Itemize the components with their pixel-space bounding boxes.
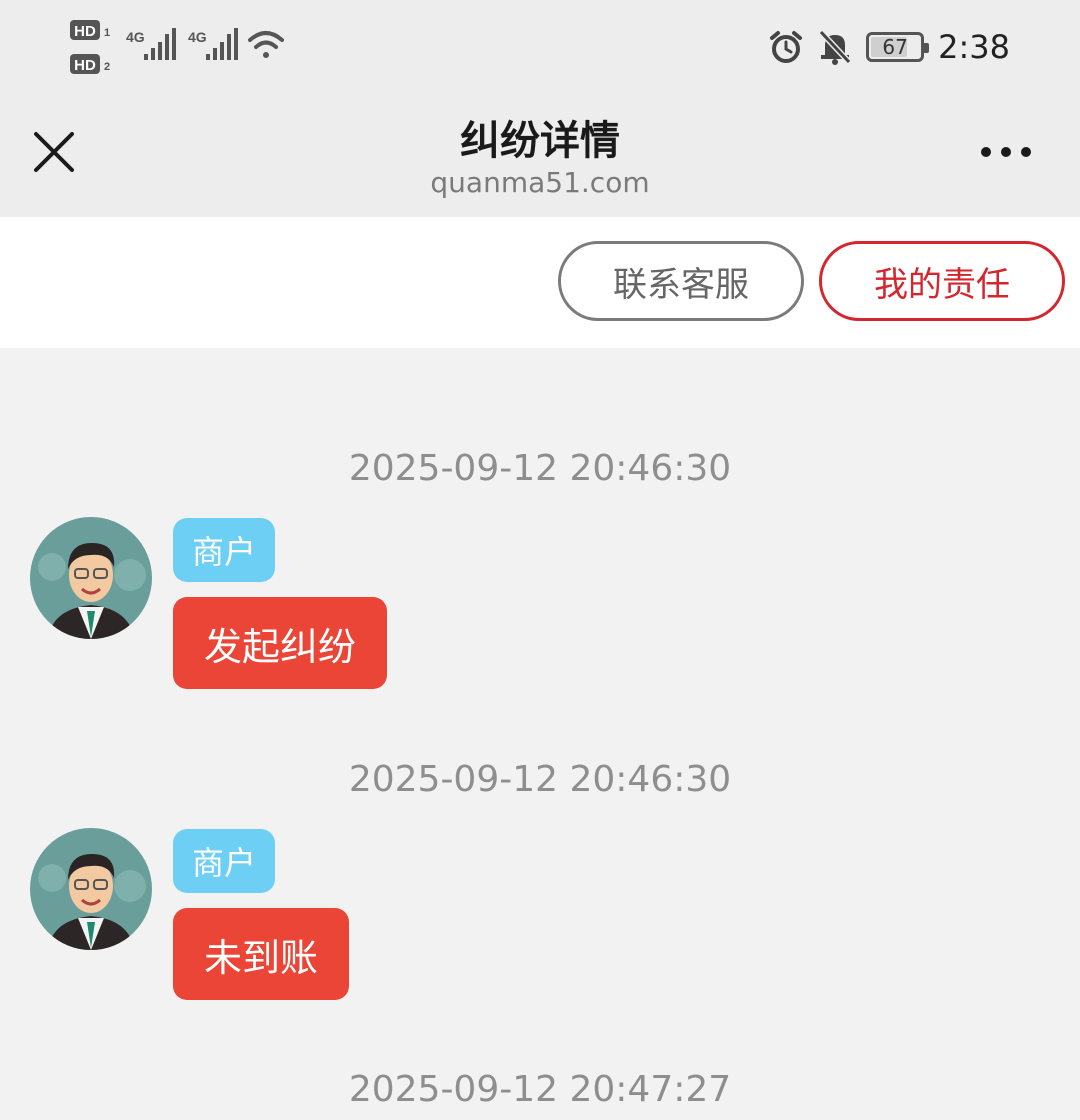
message-timestamp: 2025-09-12 20:46:30 <box>348 759 732 800</box>
battery-level: 67 <box>882 35 908 59</box>
dispute-timeline: 2025-09-12 20:46:30 商户 发起纠纷 2025-09-12 2… <box>0 348 1080 1120</box>
svg-text:4G: 4G <box>126 29 145 45</box>
more-icon[interactable] <box>980 138 1032 166</box>
contact-service-button[interactable]: 联系客服 <box>558 241 804 321</box>
clock: 2:38 <box>938 28 1010 66</box>
svg-text:4G: 4G <box>188 29 207 45</box>
avatar <box>30 828 152 950</box>
message-bubble: 发起纠纷 <box>173 597 388 689</box>
hd2-icon: HD 2 <box>70 54 110 74</box>
hd1-icon: HD 1 <box>70 20 110 40</box>
svg-text:2: 2 <box>104 61 110 73</box>
mute-icon <box>818 29 852 65</box>
merchant-avatar-icon <box>30 517 152 639</box>
page-title: 纠纷详情 <box>460 118 620 164</box>
message-bubble: 未到账 <box>173 908 350 1000</box>
action-bar: 联系客服 我的责任 <box>0 217 1080 348</box>
signal-icon-2: 4G <box>188 28 238 60</box>
message-timestamp: 2025-09-12 20:46:30 <box>348 448 732 489</box>
signal-icon: 4G <box>126 28 176 60</box>
battery-icon: 67 <box>866 32 930 62</box>
alarm-icon <box>770 31 803 63</box>
status-bar: HD 1 HD 2 4G 4G 67 2:38 <box>0 0 1080 96</box>
signal-icons: HD 1 HD 2 4G 4G <box>70 20 284 74</box>
message-timestamp: 2025-09-12 20:47:27 <box>348 1069 732 1110</box>
my-responsibility-button[interactable]: 我的责任 <box>819 241 1065 321</box>
merchant-avatar-icon <box>30 828 152 950</box>
wifi-icon <box>248 31 284 58</box>
svg-text:1: 1 <box>104 27 110 39</box>
svg-text:HD: HD <box>74 57 96 74</box>
svg-text:HD: HD <box>74 23 96 40</box>
role-tag: 商户 <box>173 829 275 893</box>
avatar <box>30 517 152 639</box>
role-tag: 商户 <box>173 518 275 582</box>
status-right: 67 2:38 <box>768 22 1010 72</box>
page-domain: quanma51.com <box>430 166 650 199</box>
nav-bar: 纠纷详情 quanma51.com <box>0 96 1080 217</box>
